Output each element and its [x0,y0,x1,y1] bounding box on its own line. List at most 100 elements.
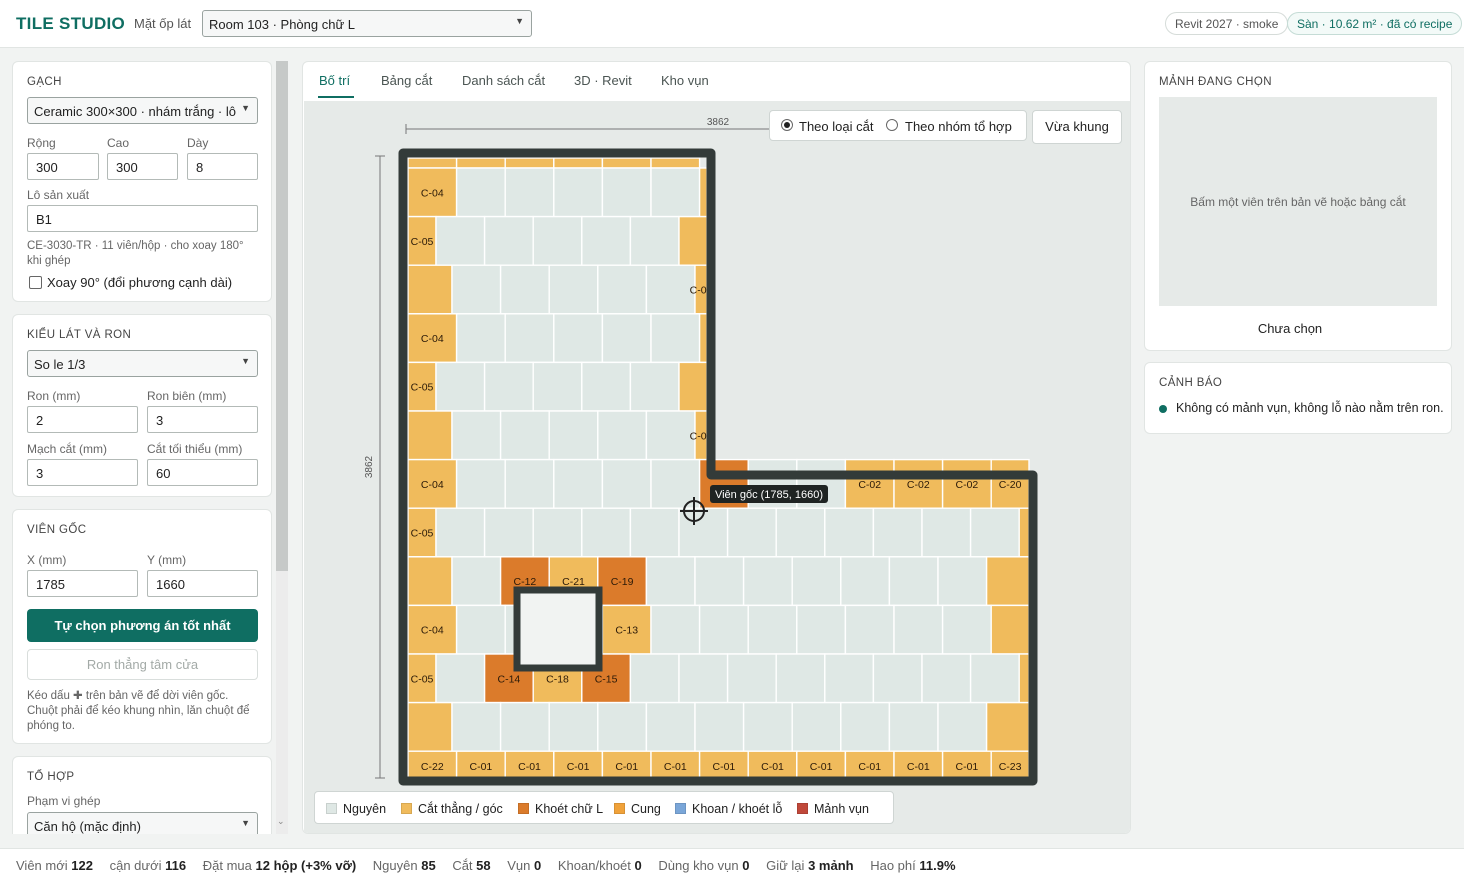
tile-select[interactable]: Ceramic 300×300 · nhám trắng · lô ▼ [27,97,258,124]
tile-piece[interactable] [775,507,826,558]
tile-piece[interactable] [407,410,453,461]
thickness-input[interactable]: 8 [187,153,258,180]
tile-piece[interactable] [969,507,1020,558]
tile-piece[interactable] [650,313,701,364]
tile-piece[interactable] [650,604,701,655]
tile-piece[interactable] [694,556,745,607]
tile-piece[interactable] [597,410,648,461]
tile-piece[interactable] [435,507,486,558]
tile-piece[interactable] [435,361,486,412]
tile-piece[interactable] [872,507,923,558]
tile-piece[interactable] [451,264,502,315]
tile-piece[interactable] [629,361,680,412]
tile-piece[interactable] [888,556,939,607]
tile-piece[interactable] [455,157,506,169]
tile-piece[interactable] [504,313,555,364]
tile-piece[interactable] [601,458,652,509]
tile-piece[interactable] [548,701,599,752]
by-type-radio[interactable] [781,119,793,131]
tile-piece[interactable] [791,556,842,607]
tile-piece[interactable] [455,604,506,655]
tile-piece[interactable] [581,215,632,266]
tile-piece[interactable] [597,264,648,315]
edge-joint-input[interactable]: 3 [147,406,258,433]
origin-x-input[interactable]: 1785 [27,570,138,597]
tile-piece[interactable] [553,313,604,364]
tile-piece[interactable] [629,215,680,266]
origin-y-input[interactable]: 1660 [147,570,258,597]
tab-3d-revit[interactable]: 3D · Revit [574,73,632,88]
tile-piece[interactable] [893,604,944,655]
tile-piece[interactable] [483,507,534,558]
tile-piece[interactable] [548,410,599,461]
tile-piece[interactable] [645,701,696,752]
tile-piece[interactable] [742,701,793,752]
tile-piece[interactable] [824,507,875,558]
scrollbar-thumb[interactable] [276,61,288,571]
tile-piece[interactable] [548,264,599,315]
tile-piece[interactable] [888,701,939,752]
lot-input[interactable]: B1 [27,205,258,232]
tile-piece[interactable] [937,701,988,752]
tile-piece[interactable] [791,701,842,752]
width-input[interactable]: 300 [27,153,99,180]
tile-piece[interactable] [601,157,652,169]
tile-piece[interactable] [840,556,891,607]
surface-select[interactable]: Room 103 · Phòng chữ L ▼ [202,10,532,37]
tile-piece[interactable] [532,361,583,412]
align-door-button[interactable]: Ron thẳng tâm cửa [27,649,258,680]
floor-plan[interactable]: 3862 3862 C-04C-05C-07C-04C-05C-07C-04 C-… [304,101,1131,834]
tile-piece[interactable] [650,167,701,218]
tile-piece[interactable] [451,701,502,752]
tile-piece[interactable] [451,410,502,461]
scope-select[interactable]: Căn hộ (mặc định) ▼ [27,812,258,834]
tile-piece[interactable] [645,556,696,607]
tile-piece[interactable] [678,215,708,266]
joint-input[interactable]: 2 [27,406,138,433]
tile-piece[interactable] [532,507,583,558]
tile-piece[interactable] [499,701,550,752]
tile-piece[interactable] [698,604,749,655]
tile-piece[interactable] [504,157,555,169]
tile-piece[interactable] [937,556,988,607]
tab-cut-list[interactable]: Danh sách cắt [462,73,545,88]
tile-piece[interactable] [742,556,793,607]
by-group-label[interactable]: Theo nhóm tổ hợp [905,119,1012,134]
tile-piece[interactable] [985,701,1030,752]
layout-canvas[interactable]: 3862 3862 C-04 C-05 C-07 C-04 C-05 C-07 C-04 C-… [304,101,1131,834]
tile-piece[interactable] [645,410,696,461]
tile-piece[interactable] [872,653,923,704]
fit-view-button[interactable]: Vừa khung [1032,110,1122,144]
tile-piece[interactable] [726,507,777,558]
tile-piece[interactable] [504,458,555,509]
tile-piece[interactable] [844,604,895,655]
best-layout-button[interactable]: Tự chọn phương án tốt nhất [27,609,258,642]
cut-joint-input[interactable]: 3 [27,459,138,486]
tile-piece[interactable] [435,215,486,266]
tile-piece[interactable] [455,313,506,364]
tile-piece[interactable] [726,653,777,704]
tile-piece[interactable] [407,701,453,752]
tile-piece[interactable] [601,313,652,364]
tile-piece[interactable] [553,458,604,509]
left-scrollbar[interactable]: ⌄ [274,61,290,834]
tile-piece[interactable] [678,361,708,412]
tab-cut-sheet[interactable]: Bảng cắt [381,73,432,88]
tile-piece[interactable] [775,653,826,704]
tile-piece[interactable] [581,361,632,412]
tile-piece[interactable] [824,653,875,704]
tile-piece[interactable] [969,653,1020,704]
tile-piece[interactable] [581,507,632,558]
tab-layout[interactable]: Bố trí [319,73,350,88]
tile-piece[interactable] [407,264,453,315]
tile-piece[interactable] [407,157,458,169]
tile-piece[interactable] [407,556,453,607]
tile-piece[interactable] [921,653,972,704]
tile-piece[interactable] [629,653,680,704]
tile-piece[interactable] [840,701,891,752]
tile-piece[interactable] [698,313,708,364]
tile-piece[interactable] [455,458,506,509]
tile-piece[interactable] [435,653,486,704]
tile-piece[interactable] [597,701,648,752]
tile-piece[interactable] [678,653,729,704]
